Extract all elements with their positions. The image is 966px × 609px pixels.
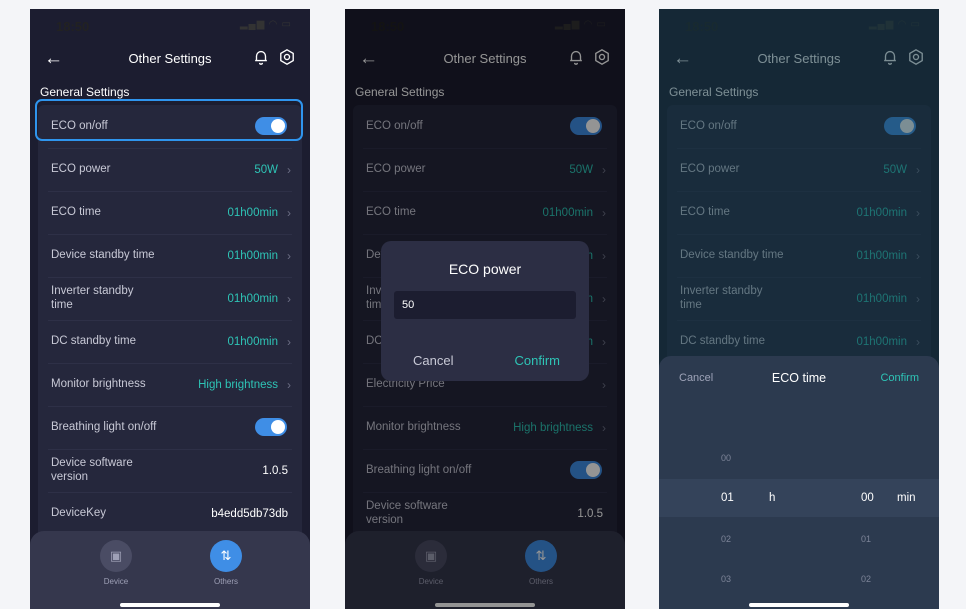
breathing-light-label: Breathing light on/off: [51, 420, 157, 433]
status-time: 18:50: [56, 19, 90, 34]
phone-screen-settings: 18:50 ▂▄▆ ◠ ▭ ← Other Settings General S…: [30, 9, 310, 609]
eco-onoff-highlight: [35, 99, 303, 141]
eco-time-value: 01h00min: [227, 206, 278, 219]
gear-icon[interactable]: [278, 48, 296, 66]
header: ← Other Settings: [30, 46, 310, 74]
tab-others-label: Others: [213, 577, 238, 586]
hour-option[interactable]: 00: [721, 453, 731, 463]
eco-time-row[interactable]: ECO time 01h00min ›: [48, 191, 292, 235]
hour-option[interactable]: 03: [721, 574, 731, 584]
chevron-right-icon: ›: [287, 205, 291, 220]
minute-option[interactable]: 02: [861, 574, 871, 584]
device-key-value: b4edd5db73db: [211, 507, 288, 520]
chevron-right-icon: ›: [287, 248, 291, 263]
tab-device-label: Device: [103, 577, 129, 586]
eco-power-value: 50W: [254, 163, 278, 176]
chevron-right-icon: ›: [287, 377, 291, 392]
eco-power-row[interactable]: ECO power 50W ›: [48, 148, 292, 192]
eco-power-dialog: ECO power 50 Cancel Confirm: [381, 241, 589, 381]
device-standby-label: Device standby time: [51, 248, 155, 261]
phone-screen-eco-time-picker: 18:50 ▂▄▆ ◠ ▭ ← Other Settings General S…: [659, 9, 939, 609]
tab-bar: ▣ Device ⇅ Others: [30, 531, 310, 609]
phone-screen-eco-power-dialog: 18:50 ▂▄▆ ◠ ▭ ← Other Settings General S…: [345, 9, 625, 609]
inverter-standby-value: 01h00min: [227, 292, 278, 305]
picker-confirm-button[interactable]: Confirm: [880, 372, 919, 384]
dialog-confirm-button[interactable]: Confirm: [514, 353, 560, 368]
device-standby-row[interactable]: Device standby time 01h00min ›: [48, 234, 292, 278]
bell-icon[interactable]: [252, 48, 270, 66]
software-version-value: 1.0.5: [262, 464, 288, 477]
minute-unit: min: [897, 492, 916, 504]
hour-selected[interactable]: 01: [721, 492, 734, 504]
eco-time-picker-sheet: Cancel ECO time Confirm 00 01 h 02 03 00…: [659, 356, 939, 609]
breathing-light-toggle[interactable]: [255, 418, 287, 436]
home-indicator: [120, 603, 220, 607]
eco-power-input[interactable]: 50: [394, 291, 576, 319]
tab-others[interactable]: ⇅ Others: [196, 540, 256, 586]
eco-time-label: ECO time: [51, 205, 101, 218]
dc-standby-label: DC standby time: [51, 334, 137, 347]
status-bar: 18:50 ▂▄▆ ◠ ▭: [56, 19, 292, 35]
sliders-icon: ⇅: [210, 540, 242, 572]
device-key-label: DeviceKey: [51, 506, 106, 519]
chevron-right-icon: ›: [287, 162, 291, 177]
inverter-standby-row[interactable]: Inverter standby time 01h00min ›: [48, 277, 292, 321]
device-key-row: DeviceKey b4edd5db73db: [48, 492, 292, 535]
inverter-standby-label: Inverter standby time: [51, 284, 134, 311]
monitor-brightness-label: Monitor brightness: [51, 377, 146, 390]
device-standby-value: 01h00min: [227, 249, 278, 262]
dc-standby-value: 01h00min: [227, 335, 278, 348]
software-version-row: Device software version 1.0.5: [48, 449, 292, 493]
tab-device[interactable]: ▣ Device: [86, 540, 146, 586]
eco-power-label: ECO power: [51, 162, 111, 175]
minute-selected[interactable]: 00: [861, 492, 874, 504]
dc-standby-row[interactable]: DC standby time 01h00min ›: [48, 320, 292, 364]
section-title: General Settings: [40, 85, 130, 99]
status-icons: ▂▄▆ ◠ ▭: [239, 19, 292, 30]
monitor-brightness-row[interactable]: Monitor brightness High brightness ›: [48, 363, 292, 407]
minute-option[interactable]: 01: [861, 534, 871, 544]
device-icon: ▣: [100, 540, 132, 572]
breathing-light-row: Breathing light on/off: [48, 406, 292, 450]
dialog-cancel-button[interactable]: Cancel: [413, 353, 453, 368]
dialog-title: ECO power: [448, 261, 522, 277]
monitor-brightness-value: High brightness: [198, 378, 278, 391]
chevron-right-icon: ›: [287, 334, 291, 349]
home-indicator: [749, 603, 849, 607]
software-version-label: Device software version: [51, 456, 133, 483]
hour-option[interactable]: 02: [721, 534, 731, 544]
chevron-right-icon: ›: [287, 291, 291, 306]
hour-unit: h: [769, 492, 776, 504]
